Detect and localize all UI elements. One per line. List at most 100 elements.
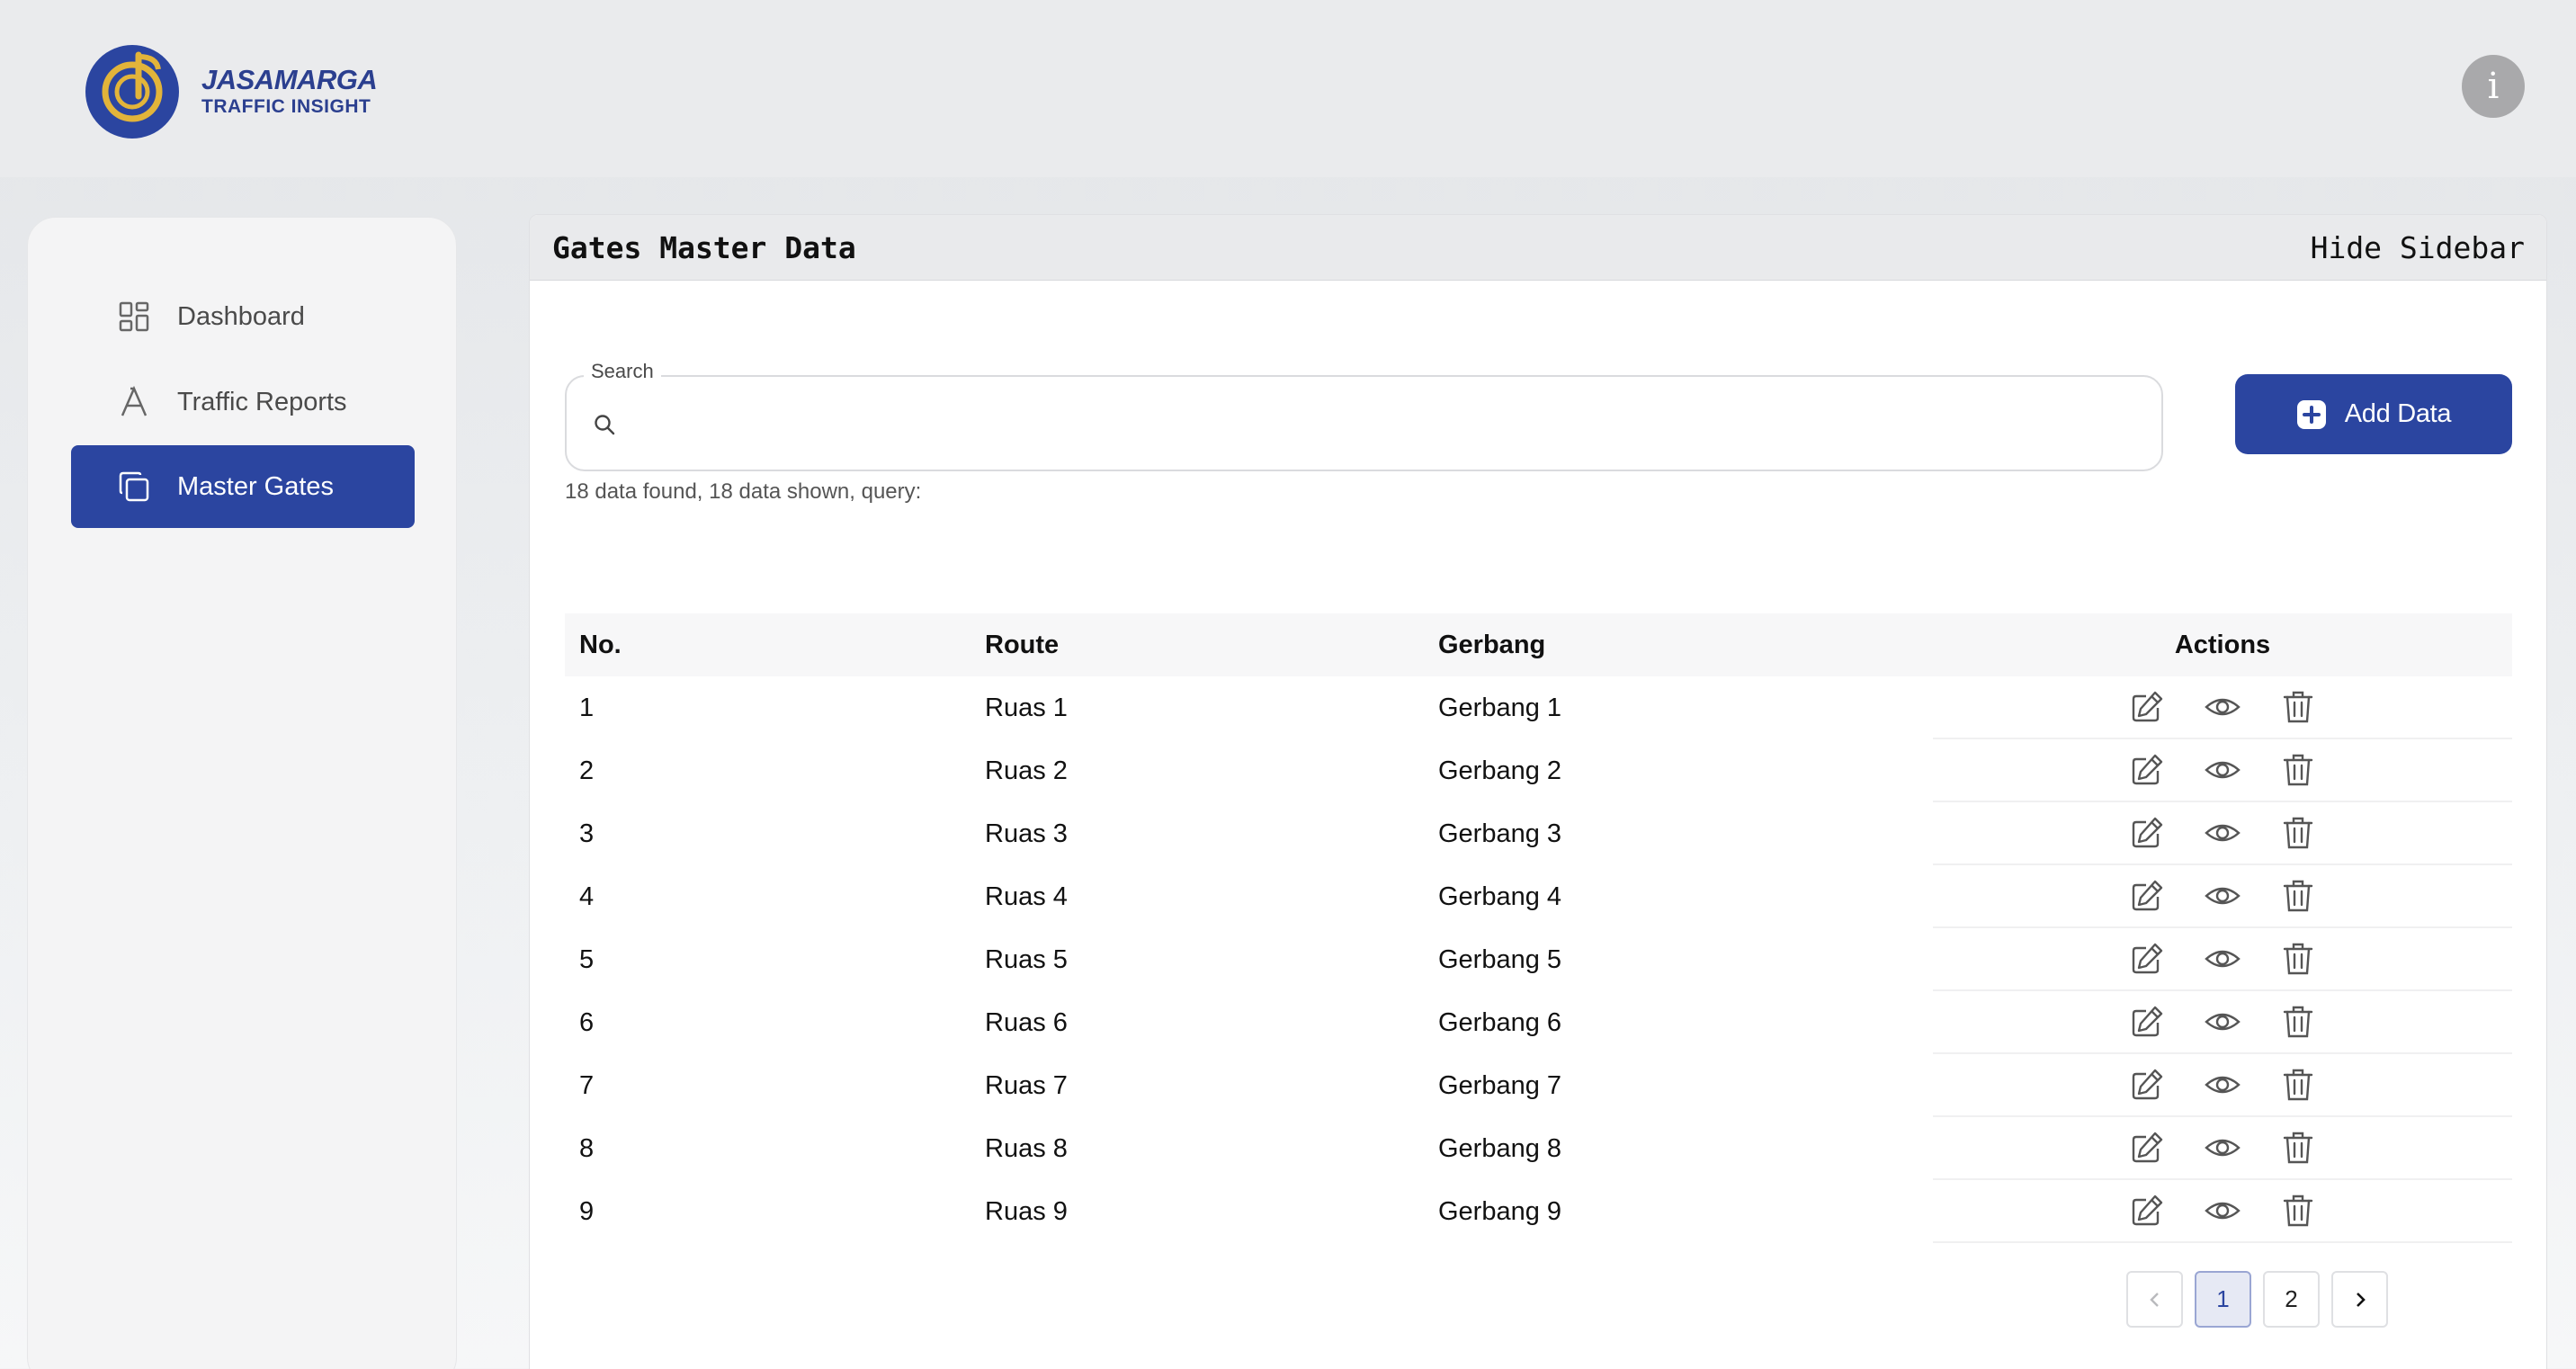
gates-table: No. Route Gerbang Actions 1 Ruas 1 Gerbang… (565, 613, 2512, 1243)
chevron-right-icon (2356, 1292, 2366, 1307)
add-data-label: Add Data (2344, 399, 2452, 428)
table-row: 6 Ruas 6 Gerbang 6 (565, 991, 2512, 1054)
result-count: 18 data found, 18 data shown, query: (565, 479, 922, 504)
trash-icon[interactable] (2279, 814, 2317, 852)
edit-icon[interactable] (2128, 751, 2166, 789)
edit-icon[interactable] (2128, 1192, 2166, 1230)
letter-a-icon (121, 385, 148, 416)
trash-icon[interactable] (2279, 877, 2317, 915)
cell-route: Ruas 3 (985, 819, 1068, 848)
cell-no: 3 (579, 819, 595, 848)
sidebar-item-master-gates[interactable]: Master Gates (71, 445, 415, 528)
cell-no: 5 (579, 944, 595, 974)
edit-icon[interactable] (2128, 1066, 2166, 1104)
cell-route: Ruas 6 (985, 1007, 1068, 1037)
sidebar-item-traffic-reports[interactable]: Traffic Reports (71, 361, 415, 443)
cell-route: Ruas 5 (985, 944, 1068, 974)
view-icon[interactable] (2204, 940, 2241, 978)
column-header-actions: Actions (2174, 630, 2271, 659)
cell-route: Ruas 1 (985, 693, 1068, 722)
panel-header: Gates Master Data Hide Sidebar (530, 215, 2546, 281)
search-field[interactable] (565, 375, 2163, 471)
chevron-left-icon (2149, 1292, 2159, 1307)
cell-gate: Gerbang 1 (1438, 693, 1562, 722)
column-header-route[interactable]: Route (985, 631, 1438, 660)
edit-icon[interactable] (2128, 877, 2166, 915)
edit-icon[interactable] (2128, 1003, 2166, 1041)
hide-sidebar-button[interactable]: Hide Sidebar (2311, 230, 2525, 265)
sidebar-item-dashboard[interactable]: Dashboard (71, 275, 415, 358)
view-icon[interactable] (2204, 814, 2241, 852)
cell-route: Ruas 7 (985, 1070, 1068, 1100)
sidebar-item-label: Master Gates (177, 471, 335, 501)
edit-icon[interactable] (2128, 940, 2166, 978)
copy-icon (119, 471, 149, 502)
brand-logo[interactable]: JASAMARGA TRAFFIC INSIGHT (85, 43, 381, 140)
view-icon[interactable] (2204, 1003, 2241, 1041)
pagination-next-button[interactable] (2331, 1271, 2388, 1328)
jasamarga-logo-icon (85, 45, 179, 139)
cell-actions (1933, 802, 2512, 865)
table-row: 9 Ruas 9 Gerbang 9 (565, 1180, 2512, 1243)
grid-icon (119, 301, 149, 332)
cell-no: 1 (579, 693, 595, 722)
pagination-page-1[interactable]: 1 (2195, 1271, 2251, 1328)
trash-icon[interactable] (2279, 1003, 2317, 1041)
cell-gate: Gerbang 4 (1438, 881, 1562, 911)
add-data-button[interactable]: Add Data (2235, 374, 2512, 454)
brand-subtitle: TRAFFIC INSIGHT (201, 96, 371, 117)
view-icon[interactable] (2204, 1066, 2241, 1104)
trash-icon[interactable] (2279, 1066, 2317, 1104)
cell-no: 6 (579, 1007, 595, 1037)
column-header-no[interactable]: No. (565, 631, 985, 660)
sidebar-item-label: Dashboard (177, 301, 305, 331)
cell-actions (1933, 1054, 2512, 1117)
table-row: 8 Ruas 8 Gerbang 8 (565, 1117, 2512, 1180)
search-label: Search (584, 360, 661, 383)
trash-icon[interactable] (2279, 940, 2317, 978)
cell-no: 2 (579, 756, 595, 785)
main-panel: Gates Master Data Hide Sidebar Search 18… (529, 214, 2547, 1369)
edit-icon[interactable] (2128, 688, 2166, 726)
edit-icon[interactable] (2128, 814, 2166, 852)
edit-icon[interactable] (2128, 1129, 2166, 1167)
cell-no: 7 (579, 1070, 595, 1100)
table-header: No. Route Gerbang Actions (565, 613, 2512, 676)
trash-icon[interactable] (2279, 1192, 2317, 1230)
cell-no: 9 (579, 1196, 595, 1226)
cell-actions (1933, 928, 2512, 991)
view-icon[interactable] (2204, 688, 2241, 726)
brand-name: JASAMARGA (201, 64, 378, 95)
cell-no: 4 (579, 881, 595, 911)
table-row: 7 Ruas 7 Gerbang 7 (565, 1054, 2512, 1117)
view-icon[interactable] (2204, 1192, 2241, 1230)
trash-icon[interactable] (2279, 751, 2317, 789)
cell-gate: Gerbang 2 (1438, 756, 1562, 785)
info-button[interactable]: i (2462, 55, 2525, 118)
table-row: 5 Ruas 5 Gerbang 5 (565, 928, 2512, 991)
table-row: 2 Ruas 2 Gerbang 2 (565, 739, 2512, 802)
cell-actions (1933, 739, 2512, 802)
cell-gate: Gerbang 6 (1438, 1007, 1562, 1037)
table-row: 3 Ruas 3 Gerbang 3 (565, 802, 2512, 865)
cell-gate: Gerbang 8 (1438, 1133, 1562, 1163)
cell-gate: Gerbang 7 (1438, 1070, 1562, 1100)
cell-actions (1933, 1180, 2512, 1243)
cell-actions (1933, 1117, 2512, 1180)
search-input[interactable] (630, 395, 2141, 454)
column-header-gate[interactable]: Gerbang (1438, 631, 1933, 660)
view-icon[interactable] (2204, 1129, 2241, 1167)
table-row: 1 Ruas 1 Gerbang 1 (565, 676, 2512, 739)
table-row: 4 Ruas 4 Gerbang 4 (565, 865, 2512, 928)
cell-actions (1933, 676, 2512, 739)
trash-icon[interactable] (2279, 688, 2317, 726)
view-icon[interactable] (2204, 751, 2241, 789)
table-body: 1 Ruas 1 Gerbang 1 2 Ruas 2 Gerbang 2 3 Ruas 3 G… (565, 676, 2512, 1243)
cell-route: Ruas 2 (985, 756, 1068, 785)
view-icon[interactable] (2204, 877, 2241, 915)
top-bar: JASAMARGA TRAFFIC INSIGHT i (0, 0, 2576, 177)
cell-route: Ruas 9 (985, 1196, 1068, 1226)
trash-icon[interactable] (2279, 1129, 2317, 1167)
pagination-prev-button[interactable] (2126, 1271, 2183, 1328)
pagination-page-2[interactable]: 2 (2263, 1271, 2320, 1328)
